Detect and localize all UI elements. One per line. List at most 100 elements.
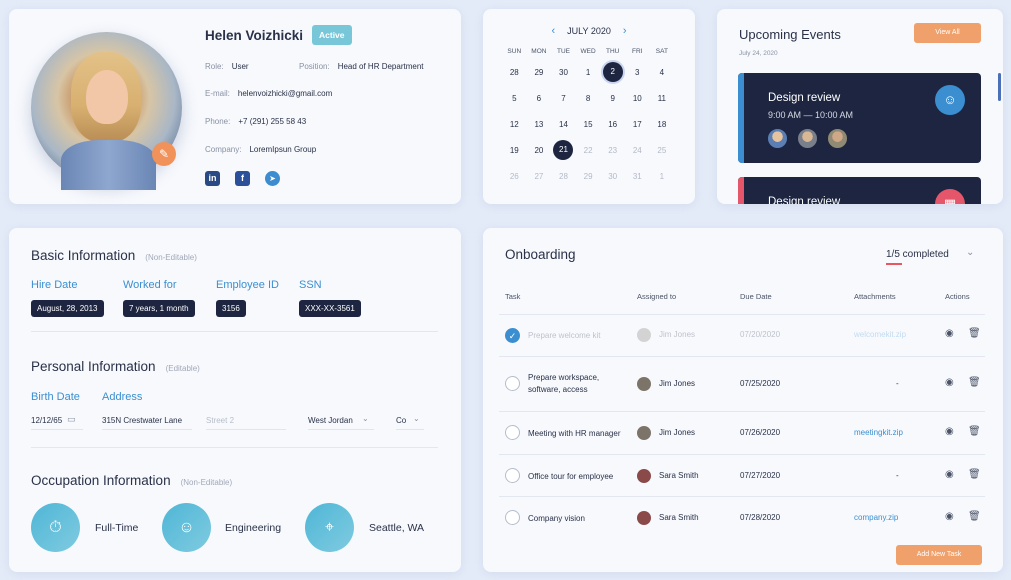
calendar-day[interactable]: 26 — [502, 172, 527, 181]
eye-icon[interactable]: ◉ — [945, 469, 954, 480]
events-title: Upcoming Events — [739, 27, 841, 42]
calendar-day[interactable]: 28 — [502, 68, 527, 77]
eye-icon[interactable]: ◉ — [945, 377, 954, 388]
calendar-day-today[interactable]: 21 — [551, 140, 576, 160]
task-checkbox[interactable]: ✓ — [505, 328, 520, 343]
view-all-button[interactable]: View All — [914, 23, 981, 43]
calendar-day[interactable]: 25 — [650, 146, 675, 155]
table-row: ✓ Prepare welcome kit Jim Jones 07/20/20… — [499, 314, 985, 356]
event-card[interactable]: Design review ▦ — [738, 177, 981, 204]
event-time: 9:00 AM — 10:00 AM — [768, 110, 854, 120]
weekday: SAT — [655, 48, 668, 55]
calendar-day[interactable]: 31 — [625, 172, 650, 181]
calendar-day[interactable]: 22 — [576, 146, 601, 155]
divider — [31, 447, 438, 448]
calendar-day[interactable]: 18 — [650, 120, 675, 129]
calendar-day[interactable]: 14 — [551, 120, 576, 129]
chevron-down-icon[interactable]: ⌄ — [966, 247, 974, 258]
task-checkbox[interactable] — [505, 376, 520, 391]
team-icon: ☺ — [162, 503, 211, 552]
attachment-link[interactable]: meetingkit.zip — [854, 428, 903, 437]
calendar-day[interactable]: 6 — [527, 94, 552, 103]
trash-icon[interactable]: 🗑 — [968, 511, 981, 522]
assignee-avatar — [637, 511, 651, 525]
calendar-day[interactable]: 30 — [600, 172, 625, 181]
eye-icon[interactable]: ◉ — [945, 511, 954, 522]
trash-icon[interactable]: 🗑 — [968, 469, 981, 480]
role-value: User — [231, 62, 249, 71]
calendar-day[interactable]: 19 — [502, 146, 527, 155]
email-value[interactable]: helenvoizhicki@gmail.com — [238, 89, 332, 98]
task-checkbox[interactable] — [505, 510, 520, 525]
calendar-day[interactable]: 10 — [625, 94, 650, 103]
linkedin-icon[interactable]: in — [205, 171, 220, 186]
user-icon: ☺ — [935, 85, 965, 115]
calendar-header: ‹ JULY 2020 › — [483, 25, 695, 37]
prev-month-icon[interactable]: ‹ — [551, 25, 555, 37]
task-checkbox[interactable] — [505, 468, 520, 483]
personal-info-title: Personal Information — [31, 359, 156, 374]
street2-field[interactable]: Street 2 — [206, 416, 234, 425]
company-value: LoremIpsun Group — [249, 145, 317, 154]
facebook-icon[interactable]: f — [235, 171, 250, 186]
attachment-link[interactable]: company.zip — [854, 513, 898, 522]
profile-name: Helen Voizhicki — [205, 28, 304, 43]
city-select[interactable]: West Jordan — [308, 416, 353, 425]
calendar-day[interactable]: 20 — [527, 146, 552, 155]
calendar-day[interactable]: 17 — [625, 120, 650, 129]
address-field[interactable]: 315N Crestwater Lane — [102, 416, 182, 425]
calendar-day[interactable]: 29 — [576, 172, 601, 181]
trash-icon[interactable]: 🗑 — [968, 426, 981, 437]
calendar-day[interactable]: 29 — [527, 68, 552, 77]
calendar-day[interactable]: 16 — [600, 120, 625, 129]
eye-icon[interactable]: ◉ — [945, 328, 954, 339]
assignee-name: Jim Jones — [659, 428, 696, 437]
email-row: E-mail: helenvoizhicki@gmail.com — [205, 89, 332, 98]
calendar-day[interactable]: 9 — [600, 94, 625, 103]
role-row: Role: User — [205, 62, 249, 71]
eye-icon[interactable]: ◉ — [945, 426, 954, 437]
basic-info-title: Basic Information — [31, 248, 136, 263]
calendar-icon[interactable]: ▭ — [67, 414, 76, 425]
calendar-day[interactable]: 1 — [650, 172, 675, 181]
calendar-day[interactable]: 4 — [650, 68, 675, 77]
calendar-day[interactable]: 15 — [576, 120, 601, 129]
completed-progress[interactable]: 1/5 completed — [886, 249, 949, 265]
chevron-down-icon[interactable]: ⌄ — [362, 414, 369, 423]
task-checkbox[interactable] — [505, 425, 520, 440]
trash-icon[interactable]: 🗑 — [968, 377, 981, 388]
calendar-day[interactable]: 28 — [551, 172, 576, 181]
event-card[interactable]: Design review 9:00 AM — 10:00 AM ☺ — [738, 73, 981, 163]
calendar-day[interactable]: 7 — [551, 94, 576, 103]
weekday: MON — [531, 48, 547, 55]
calendar-day[interactable]: 13 — [527, 120, 552, 129]
department: Engineering — [225, 522, 282, 534]
calendar-day[interactable]: 8 — [576, 94, 601, 103]
telegram-icon[interactable]: ➤ — [265, 171, 280, 186]
next-month-icon[interactable]: › — [623, 25, 627, 37]
edit-avatar-icon[interactable]: ✎ — [152, 142, 176, 166]
birth-date-field[interactable]: 12/12/65 — [31, 416, 62, 425]
events-date: July 24, 2020 — [739, 50, 778, 57]
basic-info-header: Basic Information (Non-Editable) — [31, 247, 197, 265]
personal-info-note: (Editable) — [165, 364, 200, 373]
company-row: Company: LoremIpsun Group — [205, 145, 316, 154]
add-new-task-button[interactable]: Add New Task — [896, 545, 982, 565]
calendar-week: 19 20 21 22 23 24 25 — [502, 137, 682, 163]
calendar-day[interactable]: 11 — [650, 94, 675, 103]
country-select[interactable]: Co — [396, 416, 406, 425]
calendar-day-selected[interactable]: 2 — [600, 62, 625, 82]
calendar-day[interactable]: 12 — [502, 120, 527, 129]
calendar-day[interactable]: 27 — [527, 172, 552, 181]
table-row: Meeting with HR manager Jim Jones 07/26/… — [499, 411, 985, 454]
calendar-day[interactable]: 23 — [600, 146, 625, 155]
calendar-day[interactable]: 3 — [625, 68, 650, 77]
calendar-day[interactable]: 1 — [576, 68, 601, 77]
calendar-day[interactable]: 5 — [502, 94, 527, 103]
attachment-link[interactable]: welcomekit.zip — [854, 330, 906, 339]
trash-icon[interactable]: 🗑 — [968, 328, 981, 339]
calendar-day[interactable]: 24 — [625, 146, 650, 155]
events-scrollbar[interactable] — [998, 73, 1001, 101]
calendar-day[interactable]: 30 — [551, 68, 576, 77]
chevron-down-icon[interactable]: ⌄ — [413, 414, 420, 423]
